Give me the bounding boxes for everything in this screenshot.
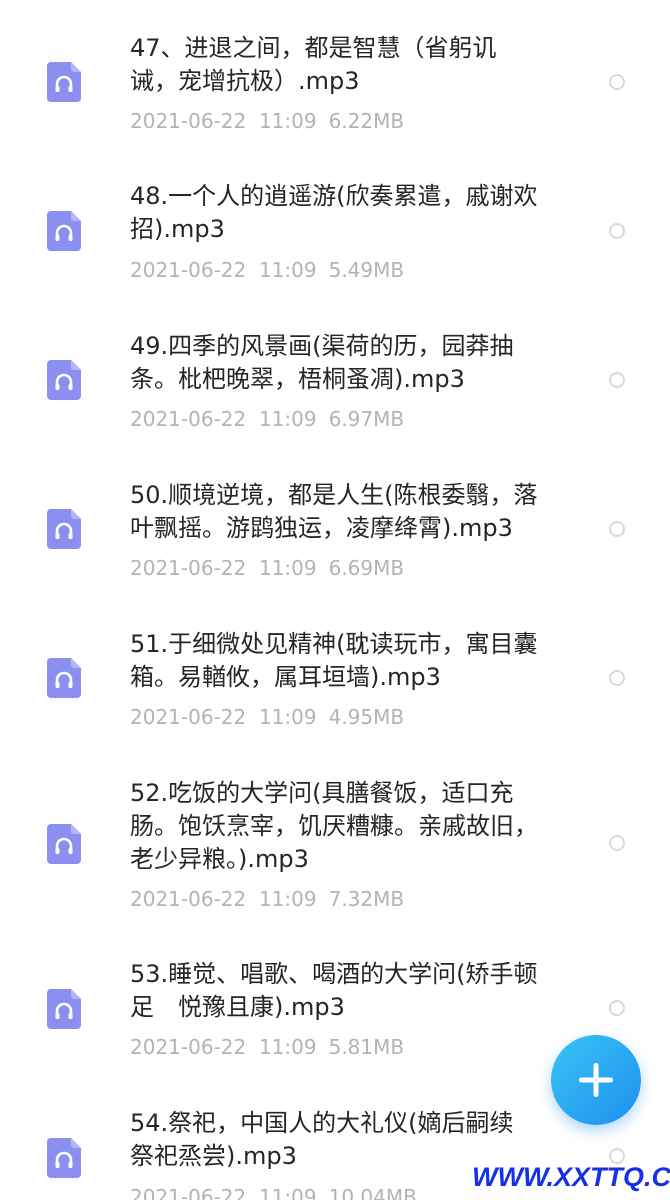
select-radio[interactable] [609, 670, 625, 686]
audio-file-icon [47, 62, 81, 102]
file-meta: 2021-06-22 11:09 6.69MB [130, 555, 404, 581]
select-radio[interactable] [609, 223, 625, 239]
audio-file-icon [47, 824, 81, 864]
list-item[interactable]: 49.四季的风景画(渠荷的历，园莽抽 条。枇杷晚翠，梧桐蚤凋).mp3 2021… [0, 300, 670, 450]
file-name: 49.四季的风景画(渠荷的历，园莽抽 条。枇杷晚翠，梧桐蚤凋).mp3 [130, 332, 514, 393]
file-time: 11:09 [258, 109, 317, 133]
file-size: 10.04MB [328, 1185, 417, 1200]
file-size: 7.32MB [328, 887, 405, 911]
file-meta: 2021-06-22 11:09 6.97MB [130, 406, 404, 432]
file-name: 48.一个人的逍遥游(欣奏累遣，戚谢欢 招).mp3 [130, 182, 538, 243]
audio-file-icon [47, 989, 81, 1029]
watermark: WWW.XXTTQ.COM [472, 1162, 670, 1192]
file-name: 51.于细微处见精神(耽读玩市，寓目囊 箱。易輶攸，属耳垣墙).mp3 [130, 630, 538, 691]
select-radio[interactable] [609, 372, 625, 388]
file-time: 11:09 [258, 887, 317, 911]
select-radio[interactable] [609, 835, 625, 851]
file-size: 6.97MB [328, 407, 405, 431]
list-item[interactable]: 47、进退之间，都是智慧（省躬讥 诫，宠增抗极）.mp3 2021-06-22 … [0, 0, 670, 150]
file-time: 11:09 [258, 556, 317, 580]
file-time: 11:09 [258, 705, 317, 729]
file-size: 6.69MB [328, 556, 405, 580]
select-radio[interactable] [609, 1000, 625, 1016]
file-name: 47、进退之间，都是智慧（省躬讥 诫，宠增抗极）.mp3 [130, 34, 497, 95]
file-date: 2021-06-22 [130, 1185, 247, 1200]
add-button[interactable] [551, 1035, 641, 1125]
file-name: 53.睡觉、唱歌、喝酒的大学问(矫手顿 足 悦豫且康).mp3 [130, 960, 538, 1021]
audio-file-icon [47, 211, 81, 251]
file-date: 2021-06-22 [130, 887, 247, 911]
file-time: 11:09 [258, 1035, 317, 1059]
file-date: 2021-06-22 [130, 705, 247, 729]
file-meta: 2021-06-22 11:09 10.04MB [130, 1184, 417, 1200]
file-size: 5.81MB [328, 1035, 405, 1059]
file-name: 50.顺境逆境，都是人生(陈根委翳，落 叶飘摇。游鹍独运，凌摩绛霄).mp3 [130, 481, 538, 542]
file-meta: 2021-06-22 11:09 7.32MB [130, 886, 404, 912]
select-radio[interactable] [609, 74, 625, 90]
file-meta: 2021-06-22 11:09 5.49MB [130, 257, 404, 283]
audio-file-icon [47, 360, 81, 400]
file-date: 2021-06-22 [130, 556, 247, 580]
file-time: 11:09 [258, 407, 317, 431]
file-meta: 2021-06-22 11:09 5.81MB [130, 1034, 404, 1060]
audio-file-icon [47, 1138, 81, 1178]
file-size: 5.49MB [328, 258, 405, 282]
list-item[interactable]: 50.顺境逆境，都是人生(陈根委翳，落 叶飘摇。游鹍独运，凌摩绛霄).mp3 2… [0, 450, 670, 600]
list-item[interactable]: 52.吃饭的大学问(具膳餐饭，适口充 肠。饱饫烹宰，饥厌糟糠。亲戚故旧， 老少异… [0, 750, 670, 930]
file-meta: 2021-06-22 11:09 6.22MB [130, 108, 404, 134]
plus-icon [579, 1063, 613, 1097]
file-date: 2021-06-22 [130, 1035, 247, 1059]
select-radio[interactable] [609, 521, 625, 537]
list-item[interactable]: 51.于细微处见精神(耽读玩市，寓目囊 箱。易輶攸，属耳垣墙).mp3 2021… [0, 600, 670, 750]
file-size: 4.95MB [328, 705, 405, 729]
file-meta: 2021-06-22 11:09 4.95MB [130, 704, 404, 730]
file-date: 2021-06-22 [130, 109, 247, 133]
list-item[interactable]: 48.一个人的逍遥游(欣奏累遣，戚谢欢 招).mp3 2021-06-22 11… [0, 150, 670, 300]
file-size: 6.22MB [328, 109, 405, 133]
file-date: 2021-06-22 [130, 258, 247, 282]
file-date: 2021-06-22 [130, 407, 247, 431]
file-time: 11:09 [258, 1185, 317, 1200]
audio-file-icon [47, 658, 81, 698]
audio-file-icon [47, 509, 81, 549]
file-name: 52.吃饭的大学问(具膳餐饭，适口充 肠。饱饫烹宰，饥厌糟糠。亲戚故旧， 老少异… [130, 779, 538, 873]
file-time: 11:09 [258, 258, 317, 282]
file-list-screen: 47、进退之间，都是智慧（省躬讥 诫，宠增抗极）.mp3 2021-06-22 … [0, 0, 670, 1200]
